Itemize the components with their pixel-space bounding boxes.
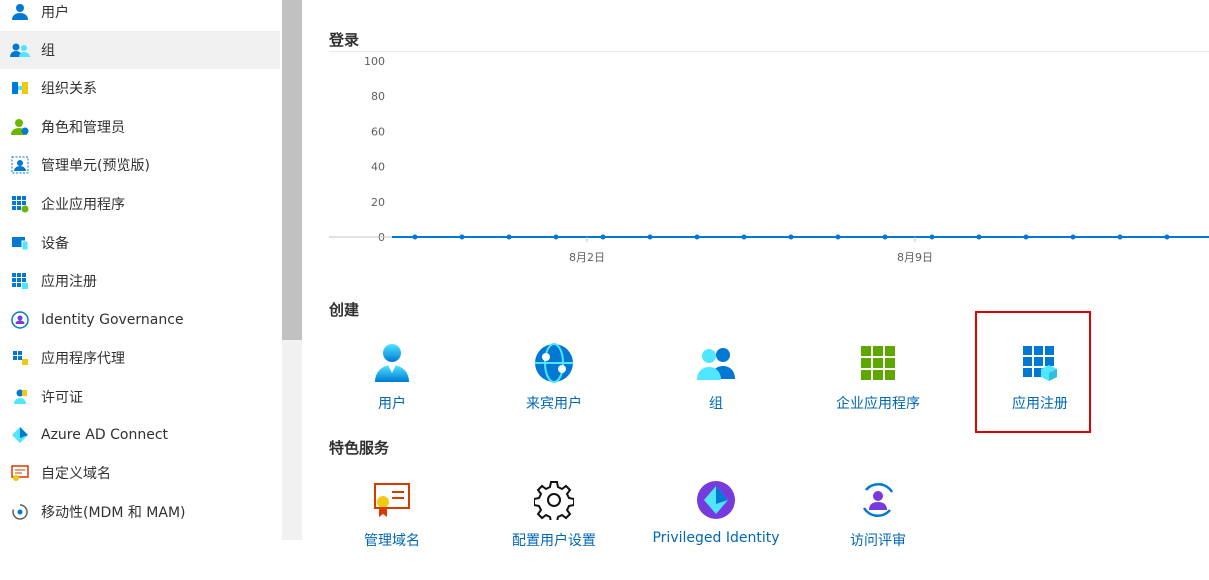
data-point xyxy=(976,234,982,240)
identity-governance-icon xyxy=(10,310,30,330)
data-point xyxy=(882,234,888,240)
app-proxy-icon xyxy=(10,348,30,368)
admin-units-icon xyxy=(10,155,30,175)
sidebar-item-mobility[interactable]: 移动性(MDM 和 MAM) xyxy=(0,493,280,531)
sidebar-item-app-registrations[interactable]: 应用注册 xyxy=(0,262,280,300)
sidebar-scrollbar-thumb[interactable] xyxy=(282,0,302,340)
data-point xyxy=(506,234,512,240)
enterprise-apps-icon xyxy=(10,194,30,214)
sidebar-item-label: 管理单元(预览版) xyxy=(41,158,150,174)
create-group-tile[interactable]: 组 xyxy=(641,343,791,443)
sidebar-item-org-relations[interactable]: 组织关系 xyxy=(0,69,280,107)
sidebar-item-azure-ad-connect[interactable]: Azure AD Connect xyxy=(0,416,280,454)
sidebar-item-label: 应用注册 xyxy=(41,274,97,290)
signin-section-title: 登录 xyxy=(329,31,360,49)
enterprise-apps-icon xyxy=(861,346,895,380)
sidebar-item-label: 应用程序代理 xyxy=(41,351,125,367)
custom-domain-icon xyxy=(10,463,30,483)
data-point xyxy=(600,234,606,240)
data-point xyxy=(647,234,653,240)
data-point xyxy=(694,234,700,240)
tile-label: Privileged Identity xyxy=(652,530,780,546)
create-enterprise-apps-tile[interactable]: 企业应用程序 xyxy=(803,343,953,443)
sidebar-item-label: 组 xyxy=(41,43,55,59)
data-point xyxy=(412,234,418,240)
y-tick-label: 80 xyxy=(371,90,385,103)
sidebar-item-label: 设备 xyxy=(41,236,69,252)
tile-label: 访问评审 xyxy=(850,533,906,549)
sidebar-item-identity-governance[interactable]: Identity Governance xyxy=(0,301,280,339)
data-point xyxy=(1164,234,1170,240)
sidebar-item-label: 许可证 xyxy=(41,390,83,406)
data-point xyxy=(741,234,747,240)
sidebar-item-roles[interactable]: 角色和管理员 xyxy=(0,108,280,146)
data-point xyxy=(1023,234,1029,240)
tile-label: 企业应用程序 xyxy=(836,396,920,412)
tile-label: 管理域名 xyxy=(364,533,420,549)
org-relations-icon xyxy=(10,78,30,98)
y-tick-label: 40 xyxy=(371,161,385,174)
sidebar-item-label: 用户 xyxy=(41,5,69,21)
featured-section-title: 特色服务 xyxy=(329,439,390,457)
sidebar-item-devices[interactable]: 设备 xyxy=(0,224,280,262)
data-point xyxy=(553,234,559,240)
azure-ad-connect-icon xyxy=(10,425,30,445)
data-point xyxy=(835,234,841,240)
data-point xyxy=(459,234,465,240)
tile-label: 组 xyxy=(709,396,723,412)
certificate-icon xyxy=(374,483,410,517)
data-point xyxy=(1070,234,1076,240)
sidebar-item-licenses[interactable]: 许可证 xyxy=(0,378,280,416)
sidebar-item-app-proxy[interactable]: 应用程序代理 xyxy=(0,339,280,377)
app-registrations-icon xyxy=(10,271,30,291)
roles-icon xyxy=(10,117,30,137)
y-tick-label: 100 xyxy=(364,55,385,68)
sidebar-item-label: 自定义域名 xyxy=(41,466,111,482)
x-tick-label: 8月2日 xyxy=(569,251,605,264)
privileged-identity-tile[interactable]: Privileged Identity xyxy=(641,480,791,580)
access-review-tile[interactable]: 访问评审 xyxy=(803,480,953,580)
user-icon xyxy=(375,344,409,382)
privileged-identity-icon xyxy=(697,481,735,519)
sidebar-item-admin-units[interactable]: 管理单元(预览版) xyxy=(0,146,280,184)
sidebar-nav: 用户 组 组织关系 角色和管理员 管理单元(预览版) 企业应用程序 设备 应用注… xyxy=(0,0,280,540)
sidebar-item-label: 角色和管理员 xyxy=(41,120,125,136)
group-icon xyxy=(697,348,735,380)
sidebar-item-label: Identity Governance xyxy=(41,312,184,328)
data-point xyxy=(929,234,935,240)
y-tick-label: 20 xyxy=(371,196,385,209)
licenses-icon xyxy=(10,387,30,407)
create-guest-user-tile[interactable]: 来宾用户 xyxy=(479,343,629,443)
x-tick-label: 8月9日 xyxy=(897,251,933,264)
data-point xyxy=(788,234,794,240)
mobility-icon xyxy=(10,502,30,522)
access-review-icon xyxy=(862,483,894,517)
manage-domains-tile[interactable]: 管理域名 xyxy=(317,480,467,580)
highlight-box xyxy=(975,311,1091,433)
guest-user-icon xyxy=(535,343,573,383)
configure-user-settings-tile[interactable]: 配置用户设置 xyxy=(479,480,629,580)
signin-chart: 0204060801008月2日8月9日 xyxy=(329,55,1209,264)
data-point xyxy=(1117,234,1123,240)
sidebar-item-label: 组织关系 xyxy=(41,81,97,97)
sidebar-item-label: 移动性(MDM 和 MAM) xyxy=(41,505,186,521)
gear-icon xyxy=(534,481,574,520)
create-user-tile[interactable]: 用户 xyxy=(317,343,467,443)
create-section-title: 创建 xyxy=(329,301,360,319)
sidebar-item-users[interactable]: 用户 xyxy=(0,0,280,31)
sidebar-item-custom-domain[interactable]: 自定义域名 xyxy=(0,454,280,492)
tile-label: 配置用户设置 xyxy=(512,533,596,549)
tile-label: 用户 xyxy=(378,396,406,412)
devices-icon xyxy=(10,233,30,253)
tile-label: 来宾用户 xyxy=(526,396,582,412)
sidebar-item-enterprise-apps[interactable]: 企业应用程序 xyxy=(0,185,280,223)
sidebar-item-label: 企业应用程序 xyxy=(41,197,125,213)
sidebar-item-groups[interactable]: 组 xyxy=(0,31,280,69)
sidebar-item-label: Azure AD Connect xyxy=(41,427,169,443)
group-icon xyxy=(10,40,30,60)
y-tick-label: 60 xyxy=(371,125,385,138)
user-icon xyxy=(10,2,30,22)
